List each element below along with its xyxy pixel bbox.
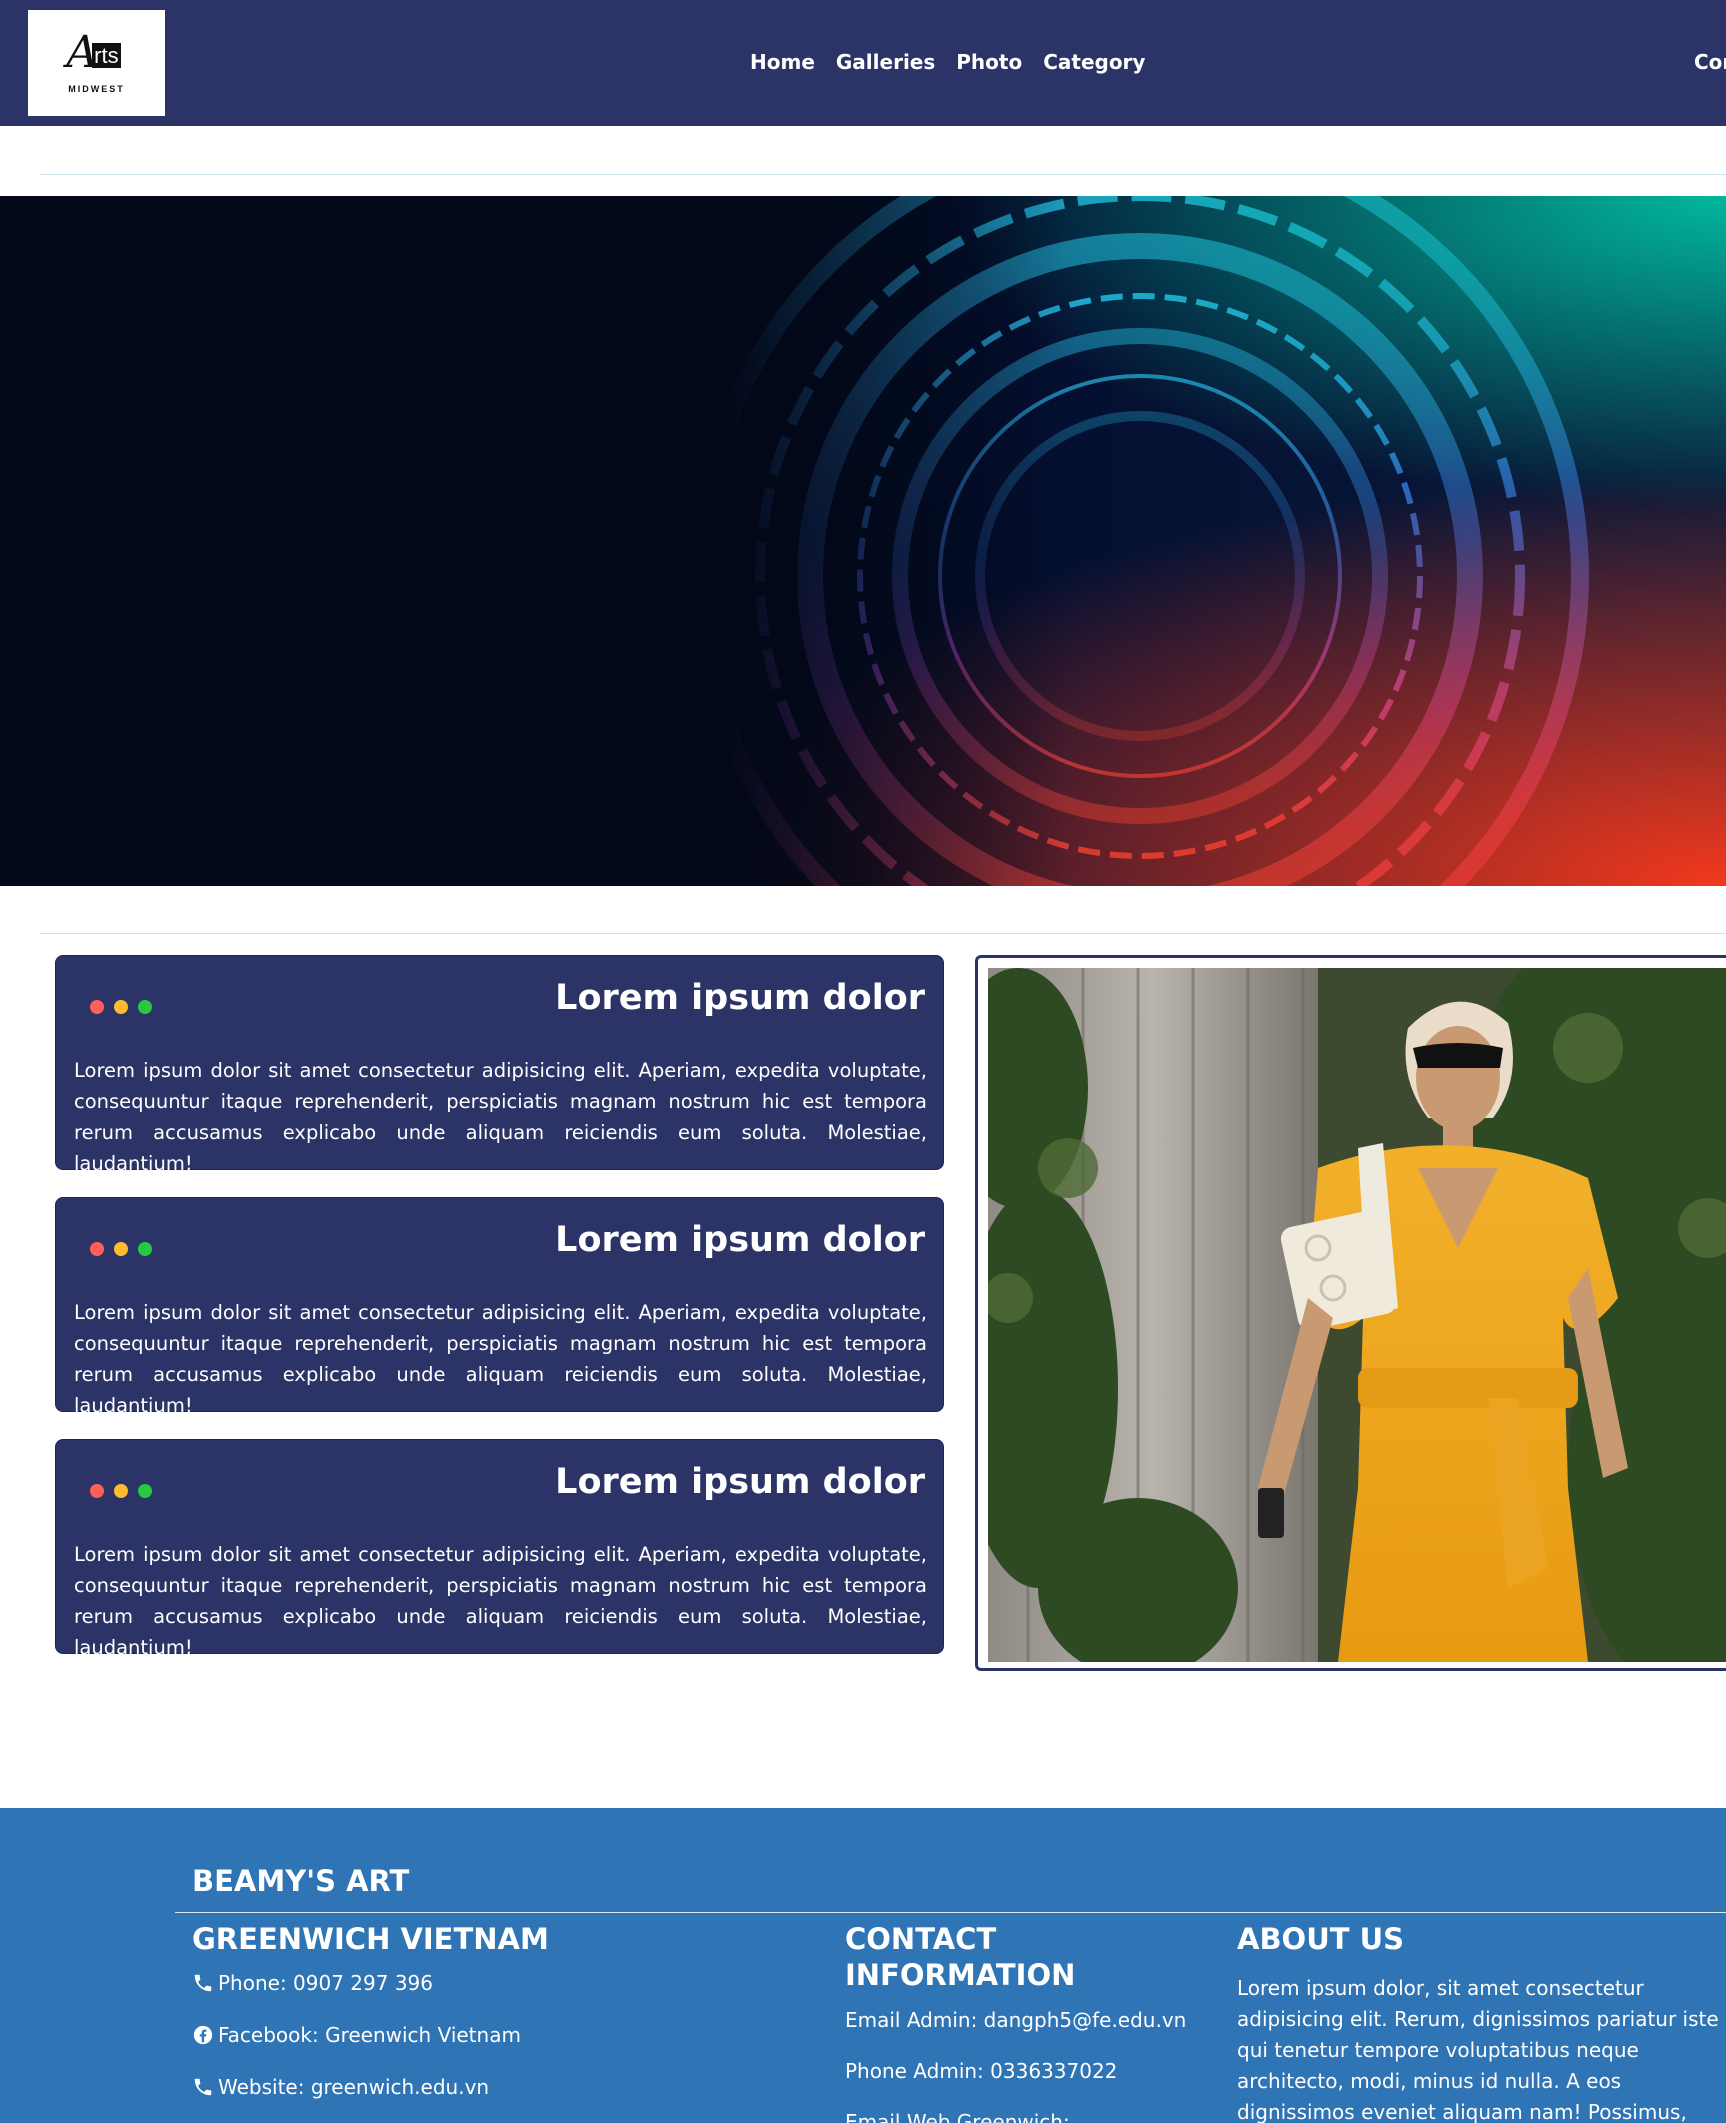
hero-lens-graphic	[0, 196, 1726, 886]
logo-subtitle: MIDWEST	[68, 83, 125, 94]
yellow-dot-icon	[114, 1242, 128, 1256]
logo-mark: Arts	[66, 26, 121, 78]
card-title: Lorem ipsum dolor	[555, 978, 925, 1018]
footer-col-about-title: ABOUT US	[1237, 1922, 1405, 1956]
contact-title-line2: INFORMATION	[845, 1958, 1076, 1992]
green-dot-icon	[138, 1000, 152, 1014]
footer-col-contact-title: CONTACT INFORMATION	[845, 1921, 1075, 1993]
footer-admin-email: Email Admin: dangph5@fe.edu.vn	[845, 2008, 1187, 2032]
red-dot-icon	[90, 1484, 104, 1498]
card-text: Lorem ipsum dolor sit amet consectetur a…	[74, 1543, 927, 1659]
footer-website-text[interactable]: Website: greenwich.edu.vn	[218, 2075, 489, 2099]
window-dots	[90, 1242, 152, 1256]
site-logo[interactable]: Arts MIDWEST	[28, 10, 165, 116]
footer-website[interactable]: Website: greenwich.edu.vn	[192, 2075, 489, 2099]
nav-home[interactable]: Home	[750, 50, 815, 74]
footer-phone-text: Phone: 0907 297 396	[218, 1971, 434, 1995]
yellow-dot-icon	[114, 1484, 128, 1498]
nav-photo[interactable]: Photo	[956, 50, 1022, 74]
phone-icon	[194, 1974, 212, 1992]
card-title: Lorem ipsum dolor	[555, 1462, 925, 1502]
contact-title-line1: CONTACT	[845, 1922, 997, 1956]
green-dot-icon	[138, 1484, 152, 1498]
footer-col-greenwich-title: GREENWICH VIETNAM	[192, 1922, 549, 1956]
window-dots	[90, 1000, 152, 1014]
card-title: Lorem ipsum dolor	[555, 1220, 925, 1260]
divider-middle	[40, 933, 1726, 934]
info-card: Lorem ipsum dolor Lorem ipsum dolor sit …	[55, 955, 944, 1175]
green-dot-icon	[138, 1242, 152, 1256]
yellow-dot-icon	[114, 1000, 128, 1014]
footer-facebook-text[interactable]: Facebook: Greenwich Vietnam	[218, 2023, 521, 2047]
featured-photo	[988, 968, 1726, 1662]
divider-top	[40, 174, 1726, 175]
card-text: Lorem ipsum dolor sit amet consectetur a…	[74, 1059, 927, 1175]
info-card: Lorem ipsum dolor Lorem ipsum dolor sit …	[55, 1439, 944, 1659]
info-card: Lorem ipsum dolor Lorem ipsum dolor sit …	[55, 1197, 944, 1417]
featured-photo-frame	[975, 955, 1726, 1671]
nav-galleries[interactable]: Galleries	[836, 50, 935, 74]
nav-category[interactable]: Category	[1043, 50, 1145, 74]
red-dot-icon	[90, 1000, 104, 1014]
window-dots	[90, 1484, 152, 1498]
facebook-icon	[193, 2025, 213, 2045]
footer-admin-phone: Phone Admin: 0336337022	[845, 2059, 1118, 2083]
card-text: Lorem ipsum dolor sit amet consectetur a…	[74, 1301, 927, 1417]
main-nav: Home Galleries Photo Category	[750, 50, 1145, 74]
nav-contact-partial[interactable]: Cor	[1694, 50, 1726, 74]
footer-facebook[interactable]: Facebook: Greenwich Vietnam	[192, 2023, 521, 2047]
footer-phone: Phone: 0907 297 396	[192, 1971, 433, 1995]
footer-divider	[175, 1912, 1726, 1913]
hero-banner	[0, 196, 1726, 886]
navbar: Arts MIDWEST Home Galleries Photo Catego…	[0, 0, 1726, 126]
site-footer: BEAMY'S ART GREENWICH VIETNAM Phone: 090…	[0, 1808, 1726, 2123]
fashion-photo-illustration	[988, 968, 1726, 1662]
footer-web-email-partial: Email Web Greenwich: ...	[845, 2110, 1096, 2123]
phone-icon	[194, 2078, 212, 2096]
red-dot-icon	[90, 1242, 104, 1256]
footer-about-text: Lorem ipsum dolor, sit amet consectetur …	[1237, 1976, 1719, 2123]
footer-brand: BEAMY'S ART	[192, 1864, 410, 1898]
